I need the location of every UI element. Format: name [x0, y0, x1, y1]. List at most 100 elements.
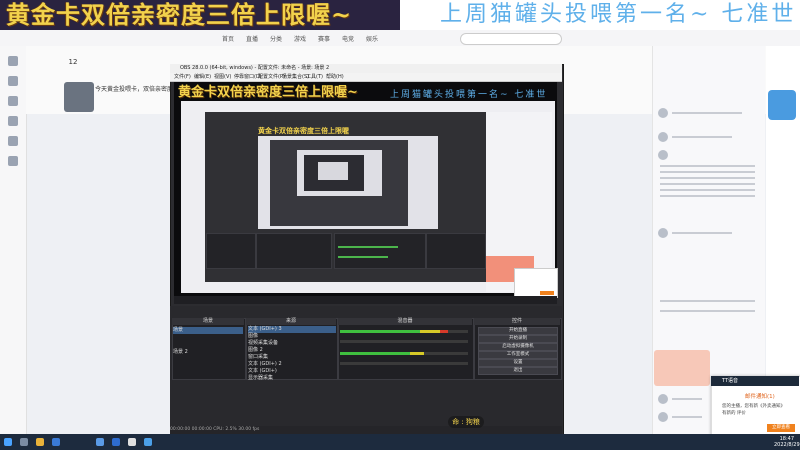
chat-line — [660, 300, 755, 302]
menu-view[interactable]: 视图(V) — [214, 73, 231, 81]
nav-tab-category[interactable]: 分类 — [270, 34, 282, 43]
source-item[interactable]: 文本 (GDI+) — [248, 368, 336, 375]
nav-tab-ent[interactable]: 娱乐 — [366, 34, 378, 43]
nested-sources-dock — [256, 233, 332, 269]
mixer-meter-green — [340, 330, 420, 333]
app-icon[interactable] — [96, 438, 104, 446]
scene-item[interactable]: 场景 — [173, 327, 243, 334]
browser-icon[interactable] — [52, 438, 60, 446]
menu-profile[interactable]: 配置文件(P) — [258, 73, 285, 81]
chat-avatar — [658, 150, 668, 160]
mixer-dock-header: 混音器 — [338, 318, 472, 325]
settings-button[interactable]: 设置 — [478, 359, 558, 367]
obs-status-bar: 00:00:00 00:00:00 CPU: 2.5% 30.00 fps — [170, 426, 562, 434]
start-streaming-button[interactable]: 开始直播 — [478, 327, 558, 335]
chat-avatar — [658, 394, 668, 404]
menu-tools[interactable]: 工具(T) — [306, 73, 323, 81]
sources-dock-header: 来源 — [246, 318, 336, 325]
preview-toolbar — [174, 296, 557, 304]
nested-controls-dock — [426, 233, 486, 269]
nav-tab-games[interactable]: 游戏 — [294, 34, 306, 43]
app-icon[interactable] — [112, 438, 120, 446]
taskbar — [0, 434, 800, 450]
source-item[interactable]: 文本 (GDI+) 3 — [248, 326, 336, 333]
mascot-icon[interactable] — [768, 90, 796, 120]
chat-line — [672, 112, 742, 114]
menu-edit[interactable]: 编辑(E) — [194, 73, 211, 81]
source-item[interactable]: 图像 — [248, 333, 336, 340]
room-title: 今天黄金投喂卡，双倍亲密度 — [95, 86, 174, 93]
scene-item[interactable]: 场景 2 — [173, 349, 243, 356]
more-icon[interactable] — [8, 156, 18, 166]
search-icon[interactable] — [20, 438, 28, 446]
source-item[interactable]: 显示器采集 — [248, 375, 336, 382]
room-stat: 12 — [68, 58, 78, 66]
start-recording-button[interactable]: 开始录制 — [478, 335, 558, 343]
chat-line — [660, 195, 755, 197]
controls-dock-header: 控件 — [474, 318, 560, 325]
site-search-input[interactable] — [460, 33, 562, 45]
chat-line — [660, 171, 755, 173]
chat-line — [660, 310, 755, 312]
clock-date: 2022/8/29 — [774, 442, 800, 448]
chat-avatar — [658, 228, 668, 238]
mixer-volume-slider[interactable] — [340, 340, 468, 343]
nested-scenes-dock — [206, 233, 256, 269]
chat-line — [672, 136, 732, 138]
mixer-meter-red — [440, 330, 448, 333]
banner-title: 黄金卡双倍亲密度三倍上限喔~ — [6, 0, 353, 29]
site-nav-bar — [0, 30, 800, 47]
category-icon[interactable] — [8, 96, 18, 106]
preview-banner-title: 黄金卡双倍亲密度三倍上限喔~ — [178, 85, 358, 100]
notification-title: 邮件通知(1) — [745, 394, 775, 400]
nested-popup-button — [540, 291, 554, 295]
notification-view-button[interactable]: 立即查看 — [767, 424, 795, 432]
obs-window-title: OBS 28.0.0 (64-bit, windows) - 配置文件: 未命名… — [180, 65, 330, 71]
home-icon[interactable] — [8, 56, 18, 66]
chat-line — [660, 189, 755, 191]
app-icon[interactable] — [144, 438, 152, 446]
source-item[interactable]: 文本 (GDI+) 2 — [248, 361, 336, 368]
banner-scroll-text: 上周猫罐头投喂第一名~ 七准世 — [440, 2, 797, 27]
scenes-dock-header: 场景 — [172, 318, 244, 325]
chat-avatar — [658, 412, 668, 422]
chat-line — [660, 165, 755, 167]
mixer-meter-green — [340, 352, 410, 355]
game-icon[interactable] — [8, 116, 18, 126]
streamer-avatar[interactable] — [64, 82, 94, 112]
nested-banner-title: 黄金卡双倍亲密度三倍上限喔 — [258, 126, 349, 135]
start-icon[interactable] — [4, 438, 12, 446]
menu-help[interactable]: 帮助(H) — [326, 73, 344, 81]
mixer-meter-yellow — [410, 352, 424, 355]
preview-banner-scroll: 上周猫罐头投喂第一名~ 七准世 — [390, 90, 548, 100]
mixer-volume-slider[interactable] — [340, 362, 468, 365]
gift-bar: 命 : 狗粮 — [448, 416, 484, 428]
exit-button[interactable]: 退出 — [478, 367, 558, 375]
notification-body: 有新的 评价 — [722, 411, 746, 416]
virtual-camera-button[interactable]: 启动虚拟摄像机 — [478, 343, 558, 351]
obs-icon[interactable] — [128, 438, 136, 446]
mixer-meter-yellow — [420, 330, 440, 333]
notification-body: 您的主播，您有新《外卖通知》 — [722, 404, 785, 409]
video-icon[interactable] — [8, 136, 18, 146]
chat-line — [660, 177, 755, 179]
nav-tab-events[interactable]: 赛事 — [318, 34, 330, 43]
nav-tab-live[interactable]: 直播 — [246, 34, 258, 43]
follow-icon[interactable] — [8, 76, 18, 86]
nav-tab-esports[interactable]: 电竞 — [342, 34, 354, 43]
source-item[interactable]: 视频采集设备 — [248, 340, 336, 347]
source-item[interactable]: 图像 2 — [248, 347, 336, 354]
nav-tab-home[interactable]: 首页 — [222, 34, 234, 43]
nested-mixer-meter — [338, 256, 388, 258]
studio-mode-button[interactable]: 工作室模式 — [478, 351, 558, 359]
gift-promo-card[interactable] — [654, 350, 710, 386]
menu-file[interactable]: 文件(F) — [174, 73, 191, 81]
chat-line — [672, 416, 702, 418]
nested-mixer-dock — [334, 233, 426, 269]
chat-avatar — [658, 108, 668, 118]
chat-line — [672, 232, 732, 234]
nested-mixer-meter — [338, 246, 398, 248]
source-item[interactable]: 窗口采集 — [248, 354, 336, 361]
file-explorer-icon[interactable] — [36, 438, 44, 446]
chat-avatar — [658, 132, 668, 142]
